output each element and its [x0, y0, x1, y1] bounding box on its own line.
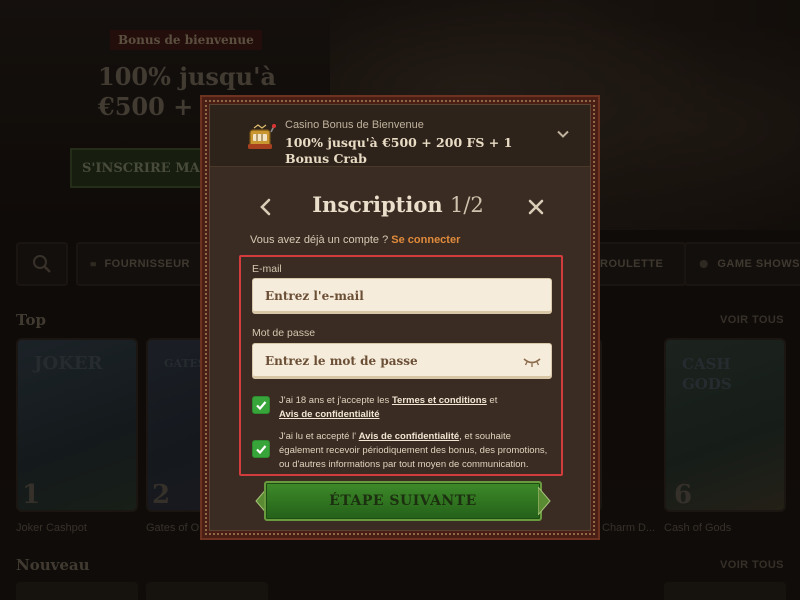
bonus-value: 100% jusqu'à €500 + 200 FS + 1 Bonus Cra…: [285, 135, 513, 166]
checkmark-icon: [256, 401, 267, 411]
terms-text: et: [486, 395, 498, 406]
bonus-label: Casino Bonus de Bienvenue: [285, 119, 424, 131]
button-ornament-icon: [538, 487, 551, 515]
login-prompt: Vous avez déjà un compte ? Se connecter: [250, 234, 460, 246]
email-field[interactable]: [252, 278, 552, 314]
terms-checkbox[interactable]: [252, 396, 270, 414]
marketing-text: J'ai lu et accepté l': [279, 431, 359, 442]
marketing-checkbox[interactable]: [252, 440, 270, 458]
signup-modal-frame: Casino Bonus de Bienvenue 100% jusqu'à €…: [200, 95, 600, 540]
terms-consent-row: J'ai 18 ans et j'accepte les Termes et c…: [252, 394, 552, 422]
email-label: E-mail: [252, 263, 282, 275]
chevron-down-icon[interactable]: [556, 127, 570, 141]
checkmark-icon: [256, 445, 267, 455]
next-step-button-wrap: ÉTAPE SUIVANTE: [254, 481, 552, 523]
modal-title-text: Inscription: [312, 192, 443, 217]
marketing-consent-row: J'ai lu et accepté l' Avis de confidenti…: [252, 430, 552, 472]
marketing-consent-text: J'ai lu et accepté l' Avis de confidenti…: [279, 430, 552, 472]
login-link[interactable]: Se connecter: [391, 234, 460, 246]
password-field[interactable]: [252, 343, 552, 379]
next-step-button[interactable]: ÉTAPE SUIVANTE: [264, 481, 542, 521]
terms-link[interactable]: Termes et conditions: [392, 395, 487, 406]
step-indicator: 1/2: [449, 193, 484, 217]
eye-closed-icon[interactable]: [523, 356, 541, 368]
welcome-bonus-selector[interactable]: Casino Bonus de Bienvenue 100% jusqu'à €…: [210, 105, 590, 167]
slot-machine-icon: [248, 124, 276, 149]
privacy-link[interactable]: Avis de confidentialité: [359, 431, 459, 442]
password-label: Mot de passe: [252, 327, 316, 339]
signup-form: E-mail Mot de passe J'ai 18 ans et j'acc…: [239, 255, 563, 476]
terms-text: J'ai 18 ans et j'accepte les: [279, 395, 392, 406]
login-prompt-text: Vous avez déjà un compte ?: [250, 234, 389, 246]
signup-modal: Casino Bonus de Bienvenue 100% jusqu'à €…: [209, 104, 591, 531]
close-icon[interactable]: [528, 199, 544, 215]
privacy-link[interactable]: Avis de confidentialité: [279, 409, 379, 420]
terms-consent-text: J'ai 18 ans et j'accepte les Termes et c…: [279, 394, 497, 422]
